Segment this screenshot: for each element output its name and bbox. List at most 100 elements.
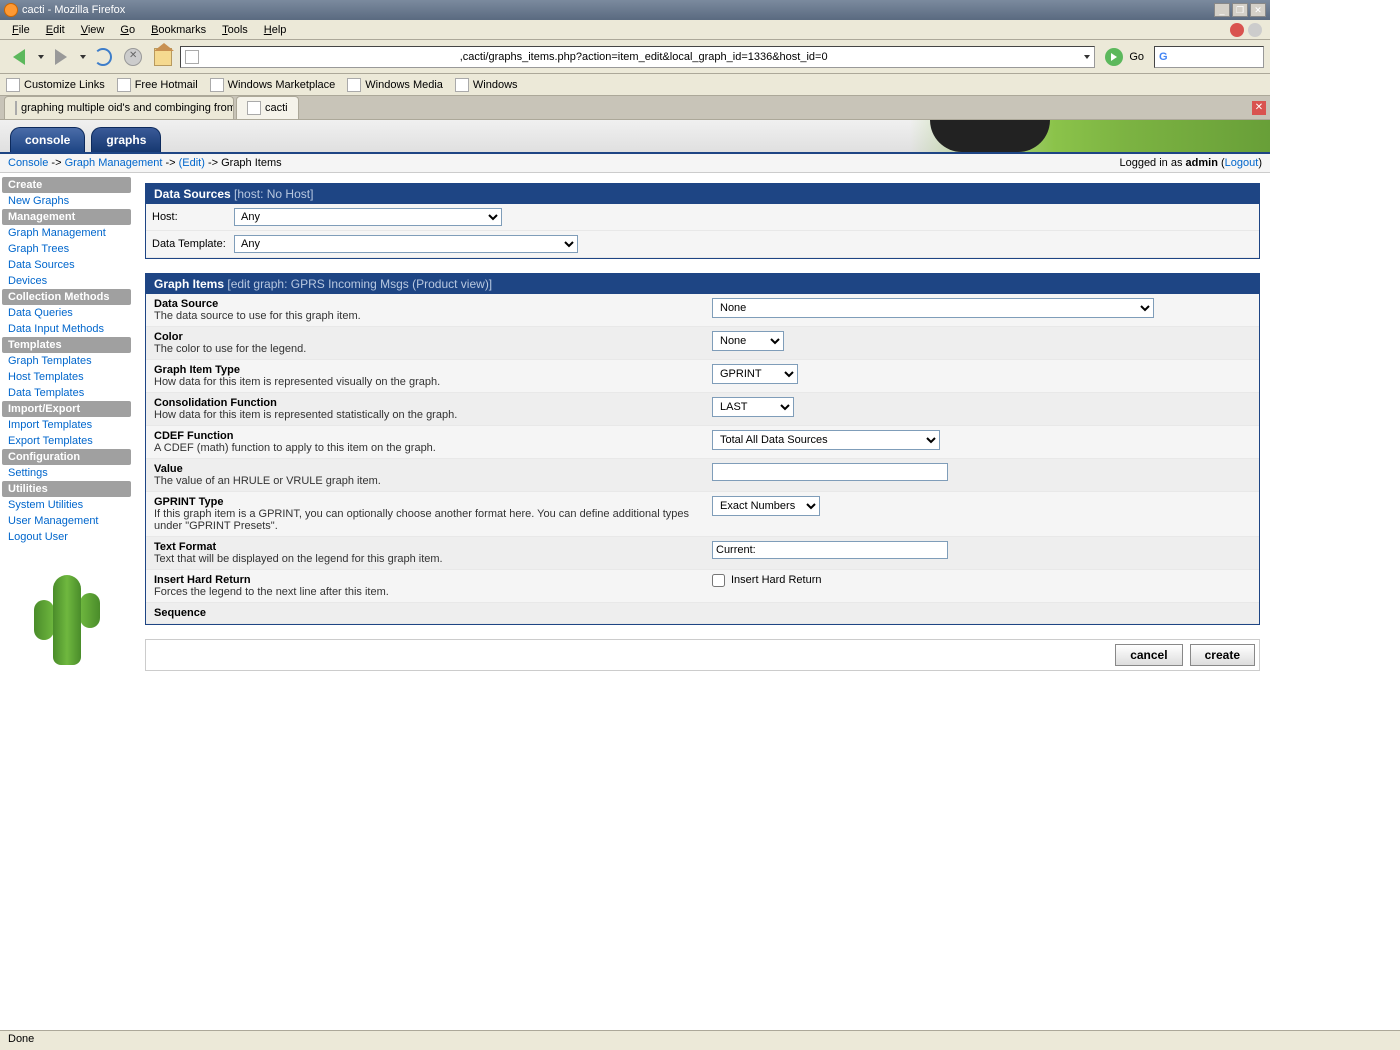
go-button[interactable] [1105,48,1123,66]
menu-edit[interactable]: Edit [38,22,73,38]
tab-close-button[interactable]: ✕ [1252,101,1266,115]
close-window-button[interactable]: ✕ [1250,3,1266,17]
side-logout-user[interactable]: Logout User [2,529,131,545]
menu-go[interactable]: Go [112,22,143,38]
gprint-type-select[interactable]: Exact Numbers [712,496,820,516]
side-import-templates[interactable]: Import Templates [2,417,131,433]
forward-button[interactable] [48,44,74,70]
cdef-function-select[interactable]: Total All Data Sources [712,430,940,450]
url-bar[interactable]: ,cacti/graphs_items.php?action=item_edit… [180,46,1095,68]
side-graph-management[interactable]: Graph Management [2,225,131,241]
reload-button[interactable] [90,44,116,70]
content-area: Data Sources [host: No Host] Host: Any D… [135,173,1270,699]
side-data-templates[interactable]: Data Templates [2,385,131,401]
side-head-configuration: Configuration [2,449,131,465]
side-head-templates: Templates [2,337,131,353]
app-header: console graphs [0,120,1270,152]
cacti-logo-art [910,120,1270,152]
side-host-templates[interactable]: Host Templates [2,369,131,385]
r3-desc: How data for this item is represented st… [154,409,457,421]
url-dropdown[interactable] [1084,55,1090,59]
back-button[interactable] [6,44,32,70]
bookmark-customize-links[interactable]: Customize Links [6,78,105,92]
r2-title: Graph Item Type [154,364,712,376]
menubar: File Edit View Go Bookmarks Tools Help [0,20,1270,40]
r0-title: Data Source [154,298,712,310]
side-head-collection: Collection Methods [2,289,131,305]
consolidation-function-select[interactable]: LAST [712,397,794,417]
logout-link[interactable]: Logout [1225,157,1259,169]
create-button[interactable]: create [1190,644,1255,666]
side-data-sources[interactable]: Data Sources [2,257,131,273]
menu-help[interactable]: Help [256,22,295,38]
go-label: Go [1129,51,1144,63]
cancel-button[interactable]: cancel [1115,644,1182,666]
host-select[interactable]: Any [234,208,502,226]
status-text: Done [8,1033,34,1045]
side-devices[interactable]: Devices [2,273,131,289]
crumb-edit[interactable]: (Edit) [179,157,205,169]
r5-desc: The value of an HRULE or VRULE graph ite… [154,475,381,487]
r9-title: Sequence [154,607,712,619]
r8-title: Insert Hard Return [154,574,712,586]
crumb-current: Graph Items [221,157,282,169]
tab-cacti[interactable]: cacti [236,96,299,119]
maximize-button[interactable]: ❐ [1232,3,1248,17]
side-settings[interactable]: Settings [2,465,131,481]
side-head-management: Management [2,209,131,225]
app-tab-graphs[interactable]: graphs [91,127,161,152]
side-export-templates[interactable]: Export Templates [2,433,131,449]
insert-hard-return-checkbox[interactable] [712,574,725,587]
stop-load-icon[interactable] [1230,23,1244,37]
menu-tools[interactable]: Tools [214,22,256,38]
tab-bar: graphing multiple oid's and combinging f… [0,96,1270,120]
side-system-utilities[interactable]: System Utilities [2,497,131,513]
crumb-console[interactable]: Console [8,157,48,169]
minimize-button[interactable]: _ [1214,3,1230,17]
data-source-select[interactable]: None [712,298,1154,318]
search-box[interactable] [1154,46,1264,68]
menu-file[interactable]: File [4,22,38,38]
menu-bookmarks[interactable]: Bookmarks [143,22,214,38]
gi-title: Graph Items [154,277,224,291]
bookmark-windows-marketplace[interactable]: Windows Marketplace [210,78,336,92]
side-head-import-export: Import/Export [2,401,131,417]
side-user-management[interactable]: User Management [2,513,131,529]
firefox-icon [4,3,18,17]
menu-view[interactable]: View [73,22,113,38]
app-tab-console[interactable]: console [10,127,85,152]
ds-title: Data Sources [154,187,231,201]
ds-sub: [host: No Host] [234,187,313,201]
crumb-graph-mgmt[interactable]: Graph Management [65,157,163,169]
r2-desc: How data for this item is represented vi… [154,376,440,388]
side-data-input[interactable]: Data Input Methods [2,321,131,337]
insert-hard-return-label[interactable]: Insert Hard Return [712,574,821,586]
back-history-dropdown[interactable] [38,55,44,59]
r6-title: GPRINT Type [154,496,712,508]
side-new-graphs[interactable]: New Graphs [2,193,131,209]
graph-item-type-select[interactable]: GPRINT [712,364,798,384]
stop-button[interactable] [120,44,146,70]
window-titlebar: cacti - Mozilla Firefox _ ❐ ✕ [0,0,1270,20]
bookmark-windows[interactable]: Windows [455,78,518,92]
gi-sub: [edit graph: GPRS Incoming Msgs (Product… [227,277,492,291]
side-head-utilities: Utilities [2,481,131,497]
text-format-input[interactable] [712,541,948,559]
side-graph-templates[interactable]: Graph Templates [2,353,131,369]
forward-history-dropdown[interactable] [80,55,86,59]
color-select[interactable]: None [712,331,784,351]
home-button[interactable] [150,44,176,70]
value-input[interactable] [712,463,948,481]
r7-title: Text Format [154,541,712,553]
data-template-select[interactable]: Any [234,235,578,253]
bookmark-free-hotmail[interactable]: Free Hotmail [117,78,198,92]
url-text: ,cacti/graphs_items.php?action=item_edit… [205,51,1082,63]
tab-graphing-oids[interactable]: graphing multiple oid's and combinging f… [4,96,234,119]
activity-icon [1248,23,1262,37]
tmpl-label: Data Template: [152,238,234,250]
side-graph-trees[interactable]: Graph Trees [2,241,131,257]
bookmark-windows-media[interactable]: Windows Media [347,78,443,92]
side-data-queries[interactable]: Data Queries [2,305,131,321]
cactus-logo [32,565,102,675]
action-row: cancel create [145,639,1260,671]
